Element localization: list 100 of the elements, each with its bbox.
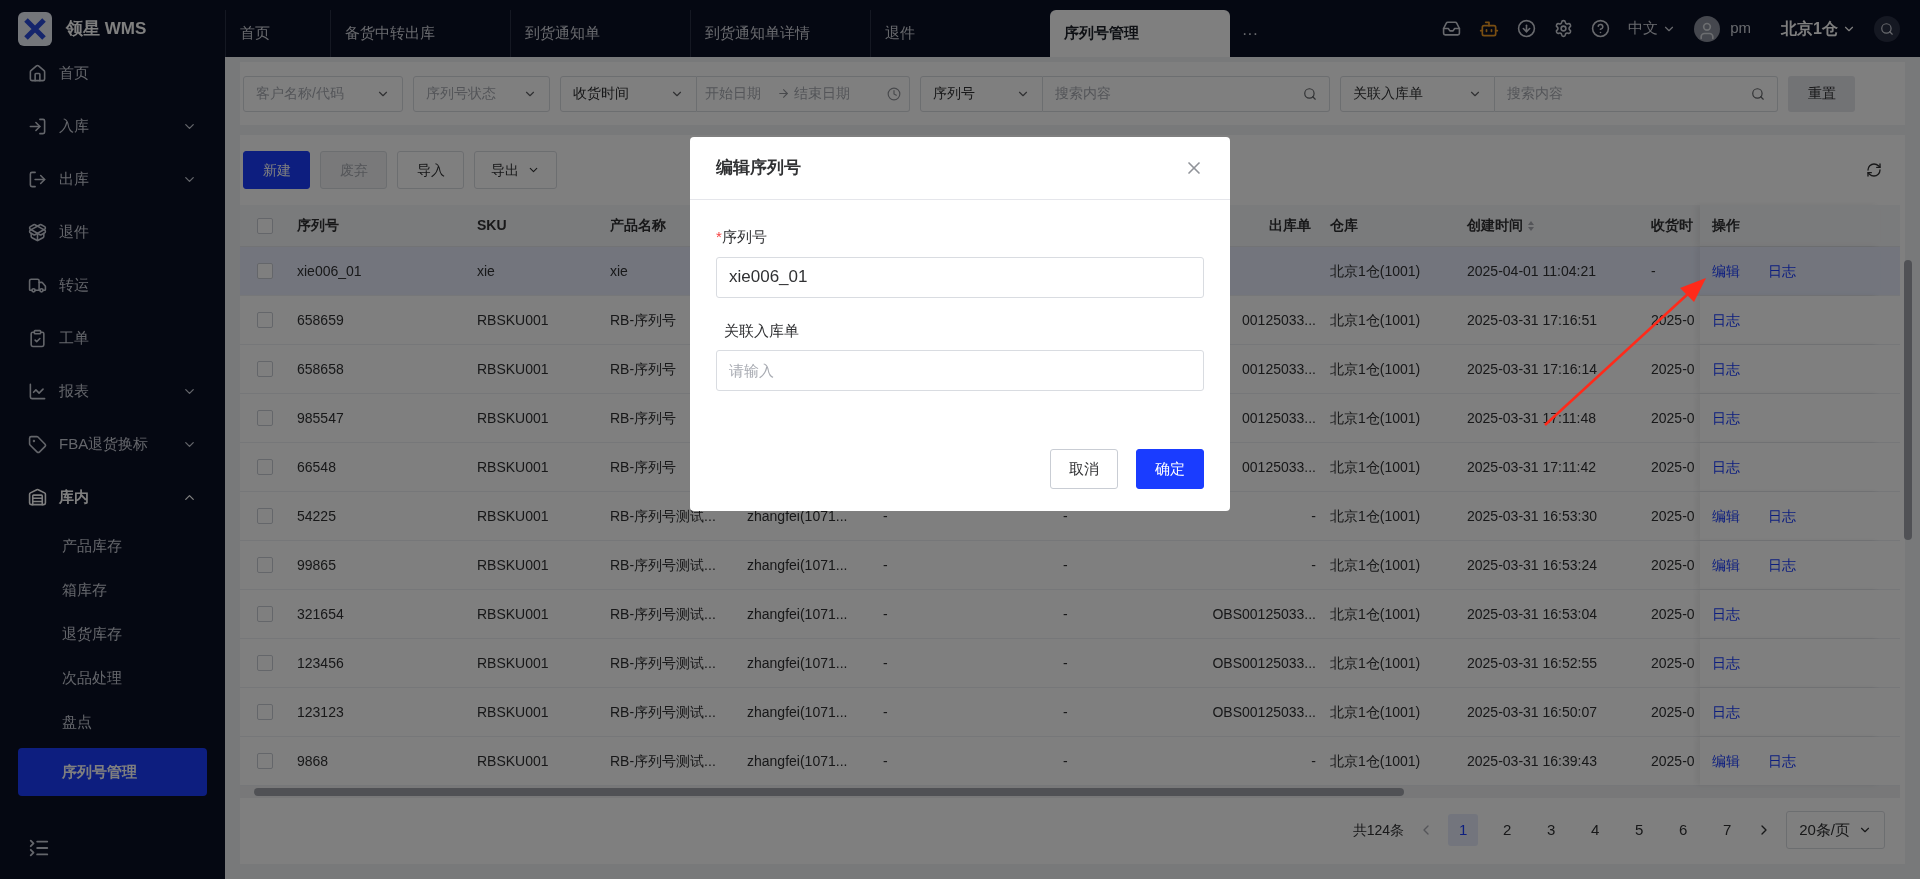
table-cell-text: RBSKU001 (477, 751, 549, 771)
table-cell-text: 2025-03-31 16:52:55 (1467, 653, 1597, 673)
table-cell-text: - (1311, 751, 1316, 771)
table-cell-text: - (1063, 555, 1068, 575)
table-cell-text: 2025-0 (1651, 604, 1695, 624)
table-cell-text: 北京1仓(1001) (1330, 555, 1421, 575)
table-cell-text: 2025-03-31 16:39:43 (1467, 751, 1597, 771)
table-cell-text: RBSKU001 (477, 457, 549, 477)
table-cell-text: OBS00125033... (1212, 702, 1316, 722)
table-cell-text: 123123 (297, 702, 344, 722)
table-cell-text: 北京1仓(1001) (1330, 408, 1421, 428)
table-cell-text: 北京1仓(1001) (1330, 457, 1421, 477)
table-cell-text: - (1311, 506, 1316, 526)
table-cell-text: zhangfei(1071... (747, 604, 848, 624)
table-cell-text: - (1063, 702, 1068, 722)
table-cell-text: RBSKU001 (477, 310, 549, 330)
table-cell-text: 658658 (297, 359, 344, 379)
table-cell-text: 2025-03-31 17:16:51 (1467, 310, 1597, 330)
table-cell-text: 2025-0 (1651, 702, 1695, 722)
table-cell-text: 00125033... (1242, 457, 1316, 477)
table-cell-text: 00125033... (1242, 310, 1316, 330)
table-cell-text: 北京1仓(1001) (1330, 310, 1421, 330)
table-cell-text: 2025-0 (1651, 408, 1695, 428)
column-header: 序列号 (297, 216, 339, 235)
table-cell-text: 北京1仓(1001) (1330, 359, 1421, 379)
table-cell-text: RBSKU001 (477, 408, 549, 428)
table-cell-text: RB-序列号测试... (610, 555, 716, 575)
table-cell-text: 985547 (297, 408, 344, 428)
column-header: 操作 (1712, 216, 1740, 235)
table-cell-text: 2025-0 (1651, 359, 1695, 379)
table-cell-text: 2025-0 (1651, 457, 1695, 477)
table-cell-text: 2025-03-31 17:11:42 (1467, 457, 1596, 477)
table-cell-text: 54225 (297, 506, 336, 526)
table-cell-text: xie006_01 (297, 261, 362, 281)
table-cell-text: 66548 (297, 457, 336, 477)
table-cell-text: 2025-0 (1651, 751, 1695, 771)
table-cell-text: RB-序列号测试... (610, 751, 716, 771)
table-cell-text: RB-序列号 (610, 310, 677, 330)
table-cell-text: 00125033... (1242, 408, 1316, 428)
table-cell-text: RB-序列号 (610, 359, 677, 379)
table-cell-text: xie (610, 261, 628, 281)
total-count: 共124条 (1352, 820, 1405, 840)
table-cell-text: xie (477, 261, 495, 281)
user-name: pm (1730, 18, 1752, 39)
table-cell-text: 北京1仓(1001) (1330, 751, 1421, 771)
table-cell-text: 2025-03-31 16:53:04 (1467, 604, 1597, 624)
table-cell-text: - (1063, 506, 1068, 526)
table-cell-text: 658659 (297, 310, 344, 330)
column-header: 出库单 (1269, 216, 1311, 235)
table-cell-text: 2025-0 (1651, 653, 1695, 673)
table-cell-text: 2025-0 (1651, 506, 1695, 526)
table-cell-text: zhangfei(1071... (747, 653, 848, 673)
column-header: 收货时 (1651, 216, 1693, 235)
dialog-title: 编辑序列号 (716, 157, 801, 180)
table-cell-text: 2025-03-31 17:16:14 (1467, 359, 1597, 379)
table-cell-text: RB-序列号测试... (610, 653, 716, 673)
table-cell-text: RB-序列号测试... (610, 604, 716, 624)
table-cell-text: zhangfei(1071... (747, 751, 848, 771)
column-header: 产品名称 (610, 216, 666, 235)
table-cell-text: RB-序列号 (610, 408, 677, 428)
column-header: 仓库 (1330, 216, 1358, 235)
table-cell-text: 123456 (297, 653, 344, 673)
table-cell-text: RBSKU001 (477, 555, 549, 575)
table-cell-text: 北京1仓(1001) (1330, 653, 1421, 673)
table-cell-text: 北京1仓(1001) (1330, 506, 1421, 526)
table-cell-text: 北京1仓(1001) (1330, 702, 1421, 722)
table-cell-text: - (1063, 604, 1068, 624)
table-cell-text: - (1063, 653, 1068, 673)
table-cell-text: RBSKU001 (477, 506, 549, 526)
table-cell-text: - (883, 702, 888, 722)
table-cell-text: - (883, 653, 888, 673)
table-cell-text: - (883, 506, 888, 526)
table-cell-text: - (1063, 751, 1068, 771)
table-cell-text: 2025-0 (1651, 555, 1695, 575)
table-cell-text: - (1311, 555, 1316, 575)
table-cell-text: 北京1仓(1001) (1330, 604, 1421, 624)
table-cell-text: - (883, 751, 888, 771)
table-cell-text: zhangfei(1071... (747, 555, 848, 575)
table-cell-text: RB-序列号测试... (610, 506, 716, 526)
field-label: *序列号 (716, 227, 768, 247)
field-label: 关联入库单 (723, 320, 800, 341)
table-cell-text: RBSKU001 (477, 702, 549, 722)
table-cell-text: zhangfei(1071... (747, 506, 848, 526)
table-cell-text: RB-序列号 (610, 457, 677, 477)
table-cell-text: RB-序列号测试... (610, 702, 716, 722)
table-cell-text: 2025-03-31 16:50:07 (1467, 702, 1597, 722)
table-cell-text: 99865 (297, 555, 336, 575)
table-cell-text: 00125033... (1242, 359, 1316, 379)
table-cell-text: RBSKU001 (477, 653, 549, 673)
table-cell-text: 北京1仓(1001) (1330, 261, 1421, 281)
table-cell-text: 2025-04-01 11:04:21 (1467, 261, 1596, 281)
table-cell-text: - (883, 555, 888, 575)
table-cell-text: 321654 (297, 604, 344, 624)
app-name: 领星 WMS (66, 17, 147, 40)
table-cell-text: RBSKU001 (477, 604, 549, 624)
column-header: 创建时间 (1467, 216, 1523, 235)
column-header: SKU (477, 216, 507, 235)
table-cell-text: zhangfei(1071... (747, 702, 848, 722)
table-cell-text: 9868 (297, 751, 329, 771)
table-cell-text: - (883, 604, 888, 624)
